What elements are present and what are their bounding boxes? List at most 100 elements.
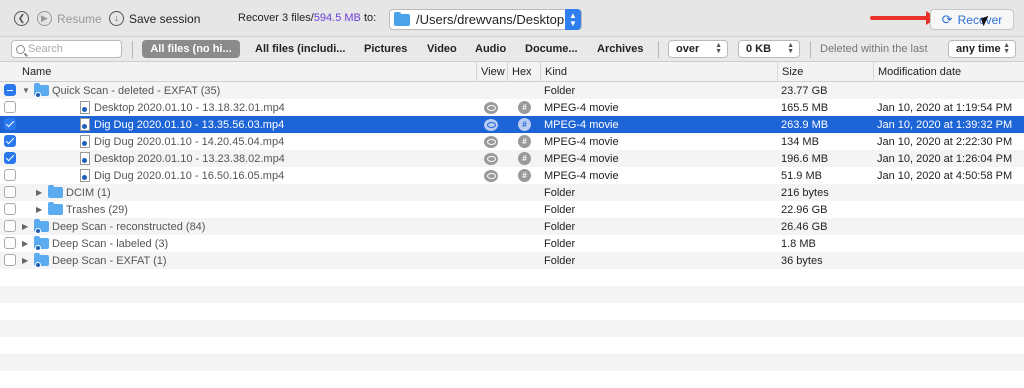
row-icon <box>34 252 49 269</box>
column-kind[interactable]: Kind <box>540 62 777 82</box>
row-modified: Jan 10, 2020 at 1:26:04 PM <box>877 152 1013 165</box>
disclosure-right-icon[interactable]: ▶ <box>22 218 28 235</box>
row-checkbox[interactable] <box>4 118 16 130</box>
row-checkbox[interactable] <box>4 237 16 249</box>
row-checkbox[interactable] <box>4 135 16 147</box>
tab-archives[interactable]: Archives <box>597 40 643 58</box>
table-row[interactable]: Desktop 2020.01.10 - 13.18.32.01.mp4 # MPE… <box>0 99 1024 116</box>
eye-icon[interactable] <box>484 169 498 182</box>
table-row[interactable]: Dig Dug 2020.01.10 - 13.35.56.03.mp4 # MPE… <box>0 116 1024 133</box>
row-checkbox[interactable] <box>4 186 16 198</box>
table-row[interactable]: ▶ DCIM (1) Folder 216 bytes <box>0 184 1024 201</box>
row-name: Quick Scan - deleted - EXFAT (35) <box>52 84 221 97</box>
size-operator-value: over <box>676 43 700 55</box>
folder-icon <box>34 236 49 251</box>
disclosure-right-icon[interactable]: ▶ <box>36 201 42 218</box>
eye-icon[interactable] <box>484 135 498 148</box>
column-modified[interactable]: Modification date <box>873 62 1024 82</box>
tab-all-files-no-hidden[interactable]: All files (no hi... <box>142 40 240 58</box>
size-operator-select[interactable]: over ▲ ▼ <box>668 40 728 58</box>
column-size[interactable]: Size <box>777 62 873 82</box>
hex-icon[interactable]: # <box>518 101 531 114</box>
folder-icon <box>48 202 63 215</box>
hex-icon[interactable]: # <box>518 152 531 165</box>
hex-cell: # <box>518 116 531 133</box>
row-icon <box>80 116 90 133</box>
row-size: 196.6 MB <box>781 152 829 165</box>
table-row[interactable]: Dig Dug 2020.01.10 - 16.50.16.05.mp4 # MPE… <box>0 167 1024 184</box>
search-icon <box>16 44 25 54</box>
folder-icon <box>34 219 49 234</box>
disclosure-right-icon[interactable]: ▶ <box>36 184 42 201</box>
table-row[interactable]: Dig Dug 2020.01.10 - 14.20.45.04.mp4 # MPE… <box>0 133 1024 150</box>
row-name: Desktop 2020.01.10 - 13.18.32.01.mp4 <box>94 101 285 114</box>
view-cell <box>484 116 498 133</box>
row-name: Desktop 2020.01.10 - 13.23.38.02.mp4 <box>94 152 285 165</box>
row-icon <box>80 150 90 167</box>
table-row[interactable]: Desktop 2020.01.10 - 13.23.38.02.mp4 # MPE… <box>0 150 1024 167</box>
empty-row <box>0 303 1024 320</box>
hex-cell: # <box>518 150 531 167</box>
row-checkbox[interactable] <box>4 101 16 113</box>
table-row[interactable]: ▼ Quick Scan - deleted - EXFAT (35) Folder… <box>0 82 1024 99</box>
row-name: Trashes (29) <box>66 203 128 216</box>
refresh-icon: ⟳ <box>941 11 953 27</box>
recover-summary-suffix: to: <box>360 12 377 24</box>
column-name[interactable]: Name <box>18 62 476 82</box>
tab-all-files-including[interactable]: All files (includi... <box>255 40 345 58</box>
table-row[interactable]: ▶ Deep Scan - EXFAT (1) Folder 36 bytes <box>0 252 1024 269</box>
row-name: Deep Scan - EXFAT (1) <box>52 254 167 267</box>
row-kind: MPEG-4 movie <box>544 135 619 148</box>
tab-documents[interactable]: Docume... <box>525 40 578 58</box>
row-name: Deep Scan - reconstructed (84) <box>52 220 206 233</box>
row-icon <box>80 99 90 116</box>
recover-summary: Recover 3 files/594.5 MB to: <box>238 12 376 24</box>
hex-icon[interactable]: # <box>518 118 531 131</box>
disclosure-right-icon[interactable]: ▶ <box>22 252 28 269</box>
chevron-updown-icon: ▲ ▼ <box>1003 42 1010 55</box>
row-checkbox[interactable] <box>4 254 16 266</box>
view-cell <box>484 167 498 184</box>
row-size: 263.9 MB <box>781 118 829 131</box>
hex-icon[interactable]: # <box>518 169 531 182</box>
eye-icon[interactable] <box>484 101 498 114</box>
eye-icon[interactable] <box>484 118 498 131</box>
back-button[interactable]: ❮ <box>14 11 29 26</box>
table-row[interactable]: ▶ Deep Scan - reconstructed (84) Folder 26.… <box>0 218 1024 235</box>
column-hex[interactable]: Hex <box>507 62 540 82</box>
row-size: 22.96 GB <box>781 203 828 216</box>
row-modified: Jan 10, 2020 at 1:19:54 PM <box>877 101 1013 114</box>
hex-icon[interactable]: # <box>518 135 531 148</box>
resume-button[interactable]: ▶ Resume <box>37 11 102 26</box>
chevron-updown-icon: ▲ ▼ <box>715 42 722 55</box>
table-row[interactable]: ▶ Deep Scan - labeled (3) Folder 1.8 MB <box>0 235 1024 252</box>
row-checkbox[interactable] <box>4 169 16 181</box>
empty-row <box>0 371 1024 388</box>
row-kind: Folder <box>544 84 576 97</box>
size-value-select[interactable]: 0 KB ▲ ▼ <box>738 40 800 58</box>
file-list: ▼ Quick Scan - deleted - EXFAT (35) Folder… <box>0 82 1024 388</box>
row-checkbox[interactable] <box>4 84 16 96</box>
save-session-button[interactable]: ↓ Save session <box>109 11 200 26</box>
destination-path-selector[interactable]: /Users/drewvans/Desktop ▲ ▼ <box>389 9 582 30</box>
tab-pictures[interactable]: Pictures <box>364 40 407 58</box>
video-file-icon <box>80 135 90 148</box>
deleted-within-select[interactable]: any time ▲ ▼ <box>948 40 1016 58</box>
tab-audio[interactable]: Audio <box>475 40 506 58</box>
row-icon <box>34 235 49 252</box>
column-view[interactable]: View <box>476 62 507 82</box>
table-row[interactable]: ▶ Trashes (29) Folder 22.96 GB <box>0 201 1024 218</box>
download-icon: ↓ <box>109 11 124 26</box>
tab-video[interactable]: Video <box>427 40 457 58</box>
row-checkbox[interactable] <box>4 203 16 215</box>
row-icon <box>48 201 63 218</box>
row-checkbox[interactable] <box>4 152 16 164</box>
row-checkbox[interactable] <box>4 220 16 232</box>
disclosure-right-icon[interactable]: ▶ <box>22 235 28 252</box>
recover-button[interactable]: ⟳ Recover <box>930 9 1014 30</box>
search-input[interactable]: Search <box>11 40 122 58</box>
eye-icon[interactable] <box>484 152 498 165</box>
disclosure-down-icon[interactable]: ▼ <box>22 82 30 99</box>
row-modified: Jan 10, 2020 at 1:39:32 PM <box>877 118 1013 131</box>
filter-bar: Search All files (no hi... All files (in… <box>0 37 1024 62</box>
